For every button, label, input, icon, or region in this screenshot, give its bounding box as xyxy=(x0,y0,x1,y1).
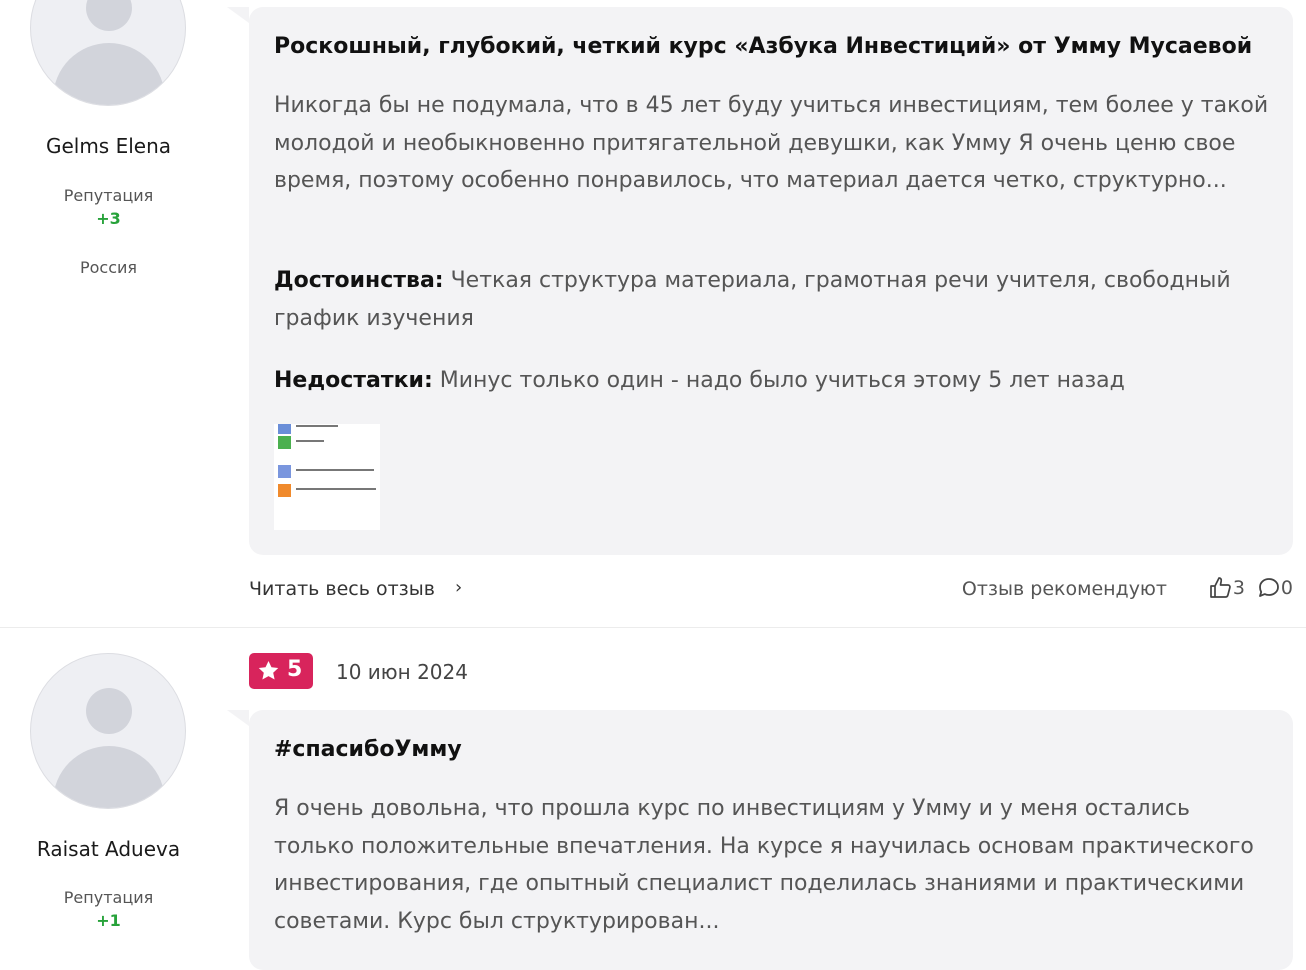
thumbs-up-icon xyxy=(1210,577,1231,598)
avatar[interactable] xyxy=(30,0,186,106)
blue-icon xyxy=(278,465,291,478)
review-photo-thumbnail[interactable] xyxy=(274,424,380,530)
cons-text: Минус только один - надо было учиться эт… xyxy=(439,368,1125,393)
comments-count: 0 xyxy=(1280,577,1293,599)
blue-icon xyxy=(278,424,291,434)
review-bubble: Роскошный, глубокий, четкий курс «Азбука… xyxy=(227,7,1293,555)
reputation-value: +3 xyxy=(96,209,121,228)
author-country: Россия xyxy=(79,258,138,277)
comment-icon xyxy=(1259,578,1279,597)
review-title[interactable]: #спасибоУмму xyxy=(274,737,462,762)
reputation-label: Репутация xyxy=(63,888,154,907)
chevron-right-icon[interactable]: › xyxy=(455,577,462,598)
review-card: Raisat Adueva Репутация +1 5 10 июн 2024… xyxy=(0,627,1306,970)
thumb-line xyxy=(296,440,324,442)
avatar-head xyxy=(86,0,132,31)
review-text: Никогда бы не подумала, что в 45 лет буд… xyxy=(274,93,1269,193)
review-pros: Достоинства: Четкая структура материала,… xyxy=(274,262,1274,337)
review-title[interactable]: Роскошный, глубокий, четкий курс «Азбука… xyxy=(274,34,1252,59)
comments-button[interactable]: 0 xyxy=(1257,576,1293,600)
star-icon xyxy=(258,660,279,680)
thumb-line xyxy=(296,469,374,471)
review-card: Gelms Elena Репутация +3 Россия Роскошны… xyxy=(0,0,1306,627)
avatar-head xyxy=(86,688,132,734)
review-bubble: #спасибоУмму Я очень довольна, что прошл… xyxy=(227,710,1293,970)
rating-badge: 5 xyxy=(249,653,313,689)
read-full-review-link[interactable]: Читать весь отзыв xyxy=(249,578,435,600)
reputation-value: +1 xyxy=(96,911,121,930)
rating-value: 5 xyxy=(287,657,303,682)
cons-label: Недостатки: xyxy=(274,368,433,393)
review-cons: Недостатки: Минус только один - надо был… xyxy=(274,362,1274,400)
reputation-label: Репутация xyxy=(63,186,154,205)
author-name[interactable]: Raisat Adueva xyxy=(0,837,217,861)
review-footer: Читать весь отзыв › Отзыв рекомендуют 3 … xyxy=(249,576,1293,602)
pros-label: Достоинства: xyxy=(274,268,444,293)
green-icon xyxy=(278,436,291,449)
orange-icon xyxy=(278,484,291,497)
review-date: 10 июн 2024 xyxy=(336,660,468,684)
likes-count: 3 xyxy=(1232,577,1245,599)
thumb-line xyxy=(296,425,338,427)
recommend-label: Отзыв рекомендуют xyxy=(961,578,1167,600)
author-name[interactable]: Gelms Elena xyxy=(0,134,217,158)
avatar-body xyxy=(53,43,165,105)
review-text: Я очень довольна, что прошла курс по инв… xyxy=(274,796,1254,934)
thumb-line xyxy=(296,488,376,490)
avatar[interactable] xyxy=(30,653,186,809)
like-button[interactable]: 3 xyxy=(1209,576,1245,600)
avatar-body xyxy=(53,746,165,808)
